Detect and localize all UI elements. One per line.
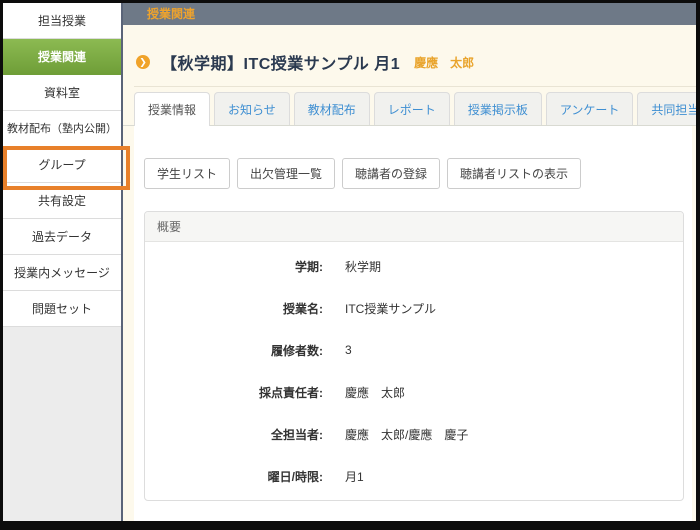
main-area: 授業関連 ❯ 【秋学期】ITC授業サンプル 月1 慶應 太郎 授業情報 お知らせ… xyxy=(123,3,696,521)
breadcrumb-label: 授業関連 xyxy=(147,7,195,21)
field-row-day-period: 曜日/時限: 月1 xyxy=(145,455,683,497)
field-label: 全担当者: xyxy=(145,426,323,443)
header-divider xyxy=(134,86,696,87)
sidebar-item-library[interactable]: 資料室 xyxy=(3,75,121,111)
course-title: 【秋学期】ITC授業サンプル 月1 xyxy=(161,50,400,74)
instructor-name[interactable]: 慶應 太郎 xyxy=(414,54,474,71)
sidebar-item-class-messages[interactable]: 授業内メッセージ xyxy=(3,255,121,291)
sidebar: 担当授業 授業関連 資料室 教材配布（塾内公開） グループ 共有設定 過去データ… xyxy=(3,3,123,521)
overview-section-title: 概要 xyxy=(145,212,683,242)
tab-announcements[interactable]: お知らせ xyxy=(214,92,290,125)
tab-material-distribution[interactable]: 教材配布 xyxy=(294,92,370,125)
sidebar-item-past-data[interactable]: 過去データ xyxy=(3,219,121,255)
sidebar-item-assigned-classes[interactable]: 担当授業 xyxy=(3,3,121,39)
field-row-semester: 学期: 秋学期 xyxy=(145,245,683,287)
sidebar-item-question-sets[interactable]: 問題セット xyxy=(3,291,121,327)
field-label: 履修者数: xyxy=(145,342,323,359)
overview-section: 概要 学期: 秋学期 授業名: ITC授業サンプル 履修者数: 3 xyxy=(144,211,684,501)
auditor-register-button[interactable]: 聴講者の登録 xyxy=(342,158,440,189)
field-label: 曜日/時限: xyxy=(145,468,323,485)
student-list-button[interactable]: 学生リスト xyxy=(144,158,230,189)
tab-panel: 学生リスト 出欠管理一覧 聴講者の登録 聴講者リストの表示 概要 学期: 秋学期… xyxy=(134,126,692,521)
auditor-list-button[interactable]: 聴講者リストの表示 xyxy=(447,158,581,189)
field-row-grading-lead: 採点責任者: 慶應 太郎 xyxy=(145,371,683,413)
sidebar-item-share-settings[interactable]: 共有設定 xyxy=(3,183,121,219)
field-row-class-name: 授業名: ITC授業サンプル xyxy=(145,287,683,329)
attendance-management-button[interactable]: 出欠管理一覧 xyxy=(237,158,335,189)
field-value: 慶應 太郎/慶應 慶子 xyxy=(345,426,468,443)
tab-co-instructors[interactable]: 共同担当者 / 授業補助者 xyxy=(637,92,700,125)
field-row-enrolled-count: 履修者数: 3 xyxy=(145,329,683,371)
tab-reports[interactable]: レポート xyxy=(374,92,450,125)
tab-class-board[interactable]: 授業掲示板 xyxy=(454,92,542,125)
tab-class-info[interactable]: 授業情報 xyxy=(134,92,210,126)
field-value: 慶應 太郎 xyxy=(345,384,405,401)
field-label: 授業名: xyxy=(145,300,323,317)
breadcrumb-bar: 授業関連 xyxy=(123,3,696,25)
tab-survey[interactable]: アンケート xyxy=(546,92,634,125)
sidebar-empty-area xyxy=(3,327,121,521)
field-value: 秋学期 xyxy=(345,258,381,275)
field-row-all-instructors: 全担当者: 慶應 太郎/慶應 慶子 xyxy=(145,413,683,455)
overview-fields: 学期: 秋学期 授業名: ITC授業サンプル 履修者数: 3 採点責任者: 慶應… xyxy=(145,242,683,500)
tab-bar: 授業情報 お知らせ 教材配布 レポート 授業掲示板 アンケート 共同担当者 / … xyxy=(123,92,696,126)
course-header: ❯ 【秋学期】ITC授業サンプル 月1 慶應 太郎 xyxy=(136,52,696,72)
chevron-circle-icon: ❯ xyxy=(136,55,150,69)
field-value: 月1 xyxy=(345,468,364,485)
sidebar-item-material-distribution[interactable]: 教材配布（塾内公開） xyxy=(3,111,121,147)
field-value: 3 xyxy=(345,343,352,357)
sidebar-item-class-related[interactable]: 授業関連 xyxy=(3,39,121,75)
sidebar-item-group[interactable]: グループ xyxy=(3,147,121,183)
field-label: 採点責任者: xyxy=(145,384,323,401)
action-button-row: 学生リスト 出欠管理一覧 聴講者の登録 聴講者リストの表示 xyxy=(134,126,692,189)
field-value: ITC授業サンプル xyxy=(345,300,436,317)
app-window: 担当授業 授業関連 資料室 教材配布（塾内公開） グループ 共有設定 過去データ… xyxy=(0,0,700,530)
field-label: 学期: xyxy=(145,258,323,275)
